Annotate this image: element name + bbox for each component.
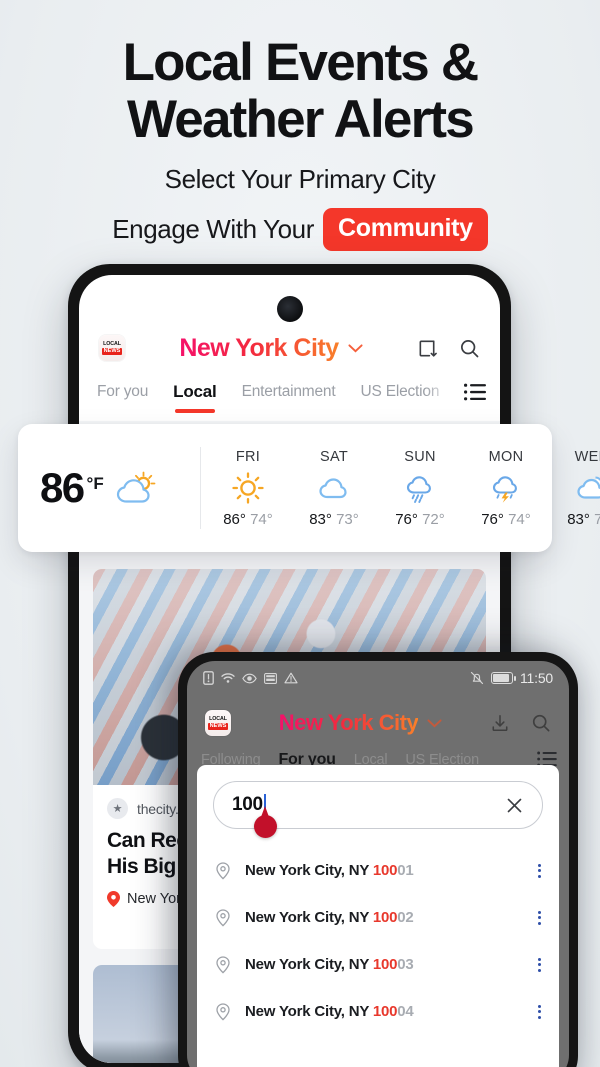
tab-overflow-fade <box>426 373 460 411</box>
tab-for-you[interactable]: For you <box>97 383 148 401</box>
promo-subtitle-2-row: Engage With Your Community <box>0 208 600 251</box>
chevron-down-icon[interactable] <box>427 718 442 728</box>
result-label: New York City, NY 10002 <box>245 909 414 926</box>
source-avatar-icon: ★ <box>107 798 128 819</box>
list-item[interactable]: New York City, NY 10002 <box>213 894 543 941</box>
tab-local[interactable]: Local <box>173 382 217 413</box>
forecast-day-name: FRI <box>235 448 261 465</box>
download-icon[interactable] <box>417 338 438 359</box>
phone2-app-bar: LOCAL NEWS New York City <box>187 701 569 745</box>
forecast-day-name: SUN <box>404 448 436 465</box>
location-pin-icon <box>216 1002 230 1020</box>
selected-city-label: New York City <box>179 333 339 362</box>
kebab-menu-icon[interactable] <box>538 910 541 925</box>
kebab-menu-icon[interactable] <box>538 863 541 878</box>
sun-icon <box>232 471 264 504</box>
forecast-day-name: MON <box>488 448 524 465</box>
list-item[interactable]: New York City, NY 10001 <box>213 847 543 894</box>
sim-alert-icon <box>203 671 214 685</box>
status-clock: 11:50 <box>520 670 553 686</box>
status-right-icons: 11:50 <box>470 670 553 686</box>
forecast-day-name: SAT <box>319 448 349 465</box>
community-badge: Community <box>322 208 488 251</box>
partly-cloudy-icon <box>116 471 156 503</box>
list-menu-icon[interactable] <box>464 383 486 401</box>
phone-mockup-front: 11:50 LOCAL NEWS New York City Following… <box>178 652 578 1067</box>
wifi-icon <box>221 673 235 683</box>
promo-header: Local Events & Weather Alerts Select You… <box>0 0 600 251</box>
search-input-value: 100 <box>232 794 263 815</box>
forecast-day-name: WED <box>574 448 600 465</box>
weather-forecast: FRI 86° 74° SAT 83° 73° SUN 76° 72° MON … <box>205 449 600 528</box>
logo-line-1: LOCAL <box>103 341 121 347</box>
tap-indicator <box>254 806 277 838</box>
search-icon[interactable] <box>459 338 480 359</box>
current-weather: 86 °F <box>40 464 200 512</box>
phone2-screen: 11:50 LOCAL NEWS New York City Following… <box>187 661 569 1067</box>
close-icon[interactable] <box>505 796 524 815</box>
phone1-app-bar: LOCAL NEWS New York City <box>79 323 500 373</box>
forecast-day[interactable]: SUN 76° 72° <box>377 449 463 528</box>
list-item[interactable]: New York City, NY 10003 <box>213 941 543 988</box>
phone1-action-icons <box>417 338 480 359</box>
rain-icon <box>406 475 431 503</box>
result-label: New York City, NY 10004 <box>245 1003 414 1020</box>
location-pin-icon <box>216 861 230 879</box>
app-logo-icon: LOCAL NEWS <box>205 710 231 736</box>
city-search-sheet: 100 New York City, NY 10001 New York Cit… <box>197 765 559 1067</box>
kebab-menu-icon[interactable] <box>538 957 541 972</box>
thunderstorm-icon <box>492 475 517 503</box>
selected-city-label: New York City <box>278 710 419 735</box>
battery-icon <box>491 672 516 684</box>
bell-muted-icon <box>470 671 484 685</box>
app-badge-icon <box>264 672 277 684</box>
status-bar: 11:50 <box>187 661 569 695</box>
phone2-action-icons <box>490 713 551 733</box>
warning-triangle-icon <box>284 672 298 684</box>
page-title: Local Events & Weather Alerts <box>0 34 600 148</box>
cloud-icon <box>319 477 347 498</box>
city-selector[interactable]: New York City <box>231 710 490 736</box>
chevron-down-icon[interactable] <box>348 343 363 353</box>
camera-punch-hole <box>276 296 303 322</box>
promo-subtitle-2: Engage With Your <box>112 214 314 244</box>
promo-subtitle-1: Select Your Primary City <box>164 164 436 194</box>
forecast-day[interactable]: WED 83° 74° <box>549 449 600 528</box>
headline-line-2: Weather Alerts <box>127 90 475 149</box>
current-temperature: 86 <box>40 464 85 511</box>
partly-cloudy-icon <box>577 475 600 499</box>
list-item[interactable]: New York City, NY 10004 <box>213 988 543 1035</box>
tab-entertainment[interactable]: Entertainment <box>242 383 336 401</box>
result-label: New York City, NY 10003 <box>245 956 414 973</box>
search-icon[interactable] <box>531 713 551 733</box>
forecast-temps: 86° 74° <box>223 510 273 528</box>
forecast-day[interactable]: SAT 83° 73° <box>291 449 377 528</box>
forecast-temps: 76° 72° <box>395 510 445 528</box>
logo-line-1: LOCAL <box>209 716 227 722</box>
forecast-temps: 76° 74° <box>481 510 531 528</box>
forecast-temps: 83° 74° <box>567 510 600 528</box>
forecast-temps: 83° 73° <box>309 510 359 528</box>
location-pin-icon <box>216 908 230 926</box>
headline-line-1: Local Events & <box>122 33 480 92</box>
result-label: New York City, NY 10001 <box>245 862 414 879</box>
forecast-day[interactable]: MON 76° 74° <box>463 449 549 528</box>
weather-divider <box>200 447 201 529</box>
temperature-unit: °F <box>86 474 104 493</box>
forecast-day[interactable]: FRI 86° 74° <box>205 449 291 528</box>
location-pin-icon <box>216 955 230 973</box>
city-selector[interactable]: New York City <box>125 334 417 363</box>
kebab-menu-icon[interactable] <box>538 1004 541 1019</box>
search-results-list: New York City, NY 10001 New York City, N… <box>213 847 543 1035</box>
location-pin-icon <box>107 891 120 907</box>
weather-card[interactable]: 86 °F FRI 86° 74° SAT 83° 73° SUN 76° 72… <box>18 424 600 552</box>
eye-icon <box>242 673 257 683</box>
status-left-icons <box>203 671 470 685</box>
logo-line-2: NEWS <box>101 348 123 355</box>
promo-screenshot: Local Events & Weather Alerts Select You… <box>0 0 600 1067</box>
app-logo-icon: LOCAL NEWS <box>99 335 125 361</box>
logo-line-2: NEWS <box>207 723 229 730</box>
download-icon[interactable] <box>490 713 510 733</box>
